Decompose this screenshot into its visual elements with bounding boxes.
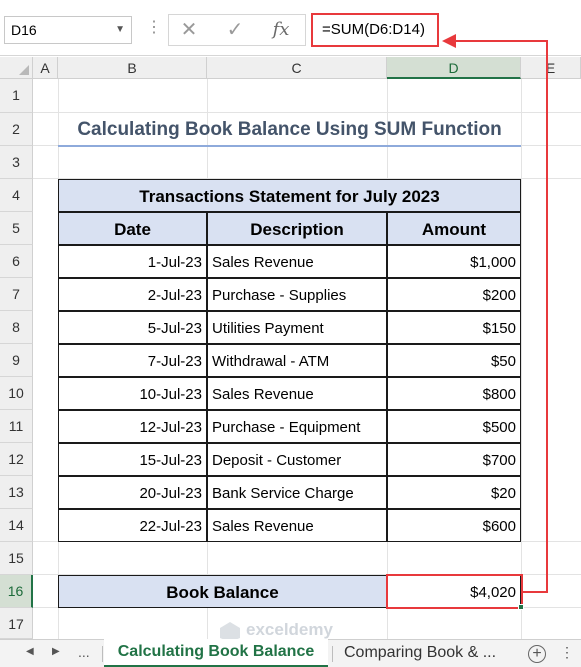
cell-amount[interactable]: $150 — [387, 311, 521, 344]
more-options-icon[interactable]: ⋮ — [560, 644, 574, 661]
grid-line — [521, 79, 522, 639]
tab-scroll-left-icon[interactable]: ◀ — [26, 646, 34, 657]
cell-date[interactable]: 12-Jul-23 — [58, 410, 207, 443]
header-description[interactable]: Description — [207, 212, 387, 245]
connector-line — [523, 591, 548, 593]
more-tabs-left[interactable]: ... — [78, 644, 90, 660]
column-header-e[interactable]: E — [521, 57, 581, 79]
row-header-13[interactable]: 13 — [0, 476, 33, 509]
row-header-9[interactable]: 9 — [0, 344, 33, 377]
cell-amount[interactable]: $600 — [387, 509, 521, 542]
cell-amount[interactable]: $800 — [387, 377, 521, 410]
cell-amount[interactable]: $50 — [387, 344, 521, 377]
tab-separator — [102, 646, 103, 662]
arrow-left-icon — [442, 34, 456, 48]
cell-amount[interactable]: $20 — [387, 476, 521, 509]
cell-description[interactable]: Bank Service Charge — [207, 476, 387, 509]
row-header-1[interactable]: 1 — [0, 79, 33, 113]
cell-amount[interactable]: $200 — [387, 278, 521, 311]
row-header-17[interactable]: 17 — [0, 608, 33, 639]
column-header-d[interactable]: D — [387, 57, 521, 79]
row-header-10[interactable]: 10 — [0, 377, 33, 410]
cell-description[interactable]: Deposit - Customer — [207, 443, 387, 476]
cell-date[interactable]: 5-Jul-23 — [58, 311, 207, 344]
cell-date[interactable]: 2-Jul-23 — [58, 278, 207, 311]
row-header-6[interactable]: 6 — [0, 245, 33, 278]
select-all-button[interactable] — [0, 57, 33, 79]
row-header-15[interactable]: 15 — [0, 542, 33, 575]
cell-date[interactable]: 20-Jul-23 — [58, 476, 207, 509]
formula-buttons: ✕ ✓ fx — [168, 14, 306, 46]
cell-description[interactable]: Sales Revenue — [207, 509, 387, 542]
cell-description[interactable]: Utilities Payment — [207, 311, 387, 344]
connector-line — [546, 40, 548, 593]
formula-highlight-box — [311, 13, 439, 47]
sheet-tab-bar: ◀ ▶ ... Calculating Book Balance Compari… — [0, 639, 581, 667]
cell-date[interactable]: 1-Jul-23 — [58, 245, 207, 278]
cell-description[interactable]: Purchase - Supplies — [207, 278, 387, 311]
cell-amount[interactable]: $500 — [387, 410, 521, 443]
tab-scroll-right-icon[interactable]: ▶ — [52, 646, 60, 657]
row-header-12[interactable]: 12 — [0, 443, 33, 476]
fill-handle[interactable] — [518, 604, 524, 610]
row-header-7[interactable]: 7 — [0, 278, 33, 311]
insert-function-icon[interactable]: fx — [261, 15, 301, 45]
formula-bar-grip-icon: ⋮ — [146, 19, 162, 36]
cancel-icon[interactable]: ✕ — [169, 15, 209, 45]
cell-description[interactable]: Sales Revenue — [207, 377, 387, 410]
table-caption[interactable]: Transactions Statement for July 2023 — [58, 179, 521, 212]
watermark-text: exceldemy — [246, 620, 333, 639]
cell-amount[interactable]: $1,000 — [387, 245, 521, 278]
add-sheet-icon[interactable]: + — [528, 645, 546, 663]
cell-date[interactable]: 22-Jul-23 — [58, 509, 207, 542]
name-box-value: D16 — [11, 22, 37, 38]
cell-date[interactable]: 15-Jul-23 — [58, 443, 207, 476]
enter-icon[interactable]: ✓ — [215, 15, 255, 45]
active-cell-highlight — [386, 574, 523, 609]
connector-line — [456, 40, 548, 42]
column-header-a[interactable]: A — [33, 57, 58, 79]
row-header-8[interactable]: 8 — [0, 311, 33, 344]
row-header-2[interactable]: 2 — [0, 113, 33, 146]
header-date[interactable]: Date — [58, 212, 207, 245]
cell-date[interactable]: 7-Jul-23 — [58, 344, 207, 377]
tab-separator — [332, 646, 333, 662]
sheet-title[interactable]: Calculating Book Balance Using SUM Funct… — [58, 113, 521, 146]
row-header-16[interactable]: 16 — [0, 575, 33, 608]
cell-description[interactable]: Purchase - Equipment — [207, 410, 387, 443]
row-header-4[interactable]: 4 — [0, 179, 33, 212]
tab-comparing-book[interactable]: Comparing Book & ... — [336, 640, 522, 667]
row-header-5[interactable]: 5 — [0, 212, 33, 245]
select-all-icon — [19, 65, 29, 75]
row-header-11[interactable]: 11 — [0, 410, 33, 443]
column-header-b[interactable]: B — [58, 57, 207, 79]
cell-description[interactable]: Sales Revenue — [207, 245, 387, 278]
name-box[interactable]: D16 ▼ — [4, 16, 132, 44]
row-header-14[interactable]: 14 — [0, 509, 33, 542]
cell-date[interactable]: 10-Jul-23 — [58, 377, 207, 410]
title-underline — [58, 145, 521, 147]
header-amount[interactable]: Amount — [387, 212, 521, 245]
tab-calculating-book-balance[interactable]: Calculating Book Balance — [104, 639, 328, 667]
column-header-c[interactable]: C — [207, 57, 387, 79]
row-header-3[interactable]: 3 — [0, 146, 33, 179]
formula-bar: D16 ▼ ⋮ ✕ ✓ fx =SUM(D6:D14) — [0, 0, 581, 56]
book-balance-label[interactable]: Book Balance — [58, 575, 387, 608]
cell-amount[interactable]: $700 — [387, 443, 521, 476]
chevron-down-icon[interactable]: ▼ — [115, 17, 125, 43]
cell-description[interactable]: Withdrawal - ATM — [207, 344, 387, 377]
